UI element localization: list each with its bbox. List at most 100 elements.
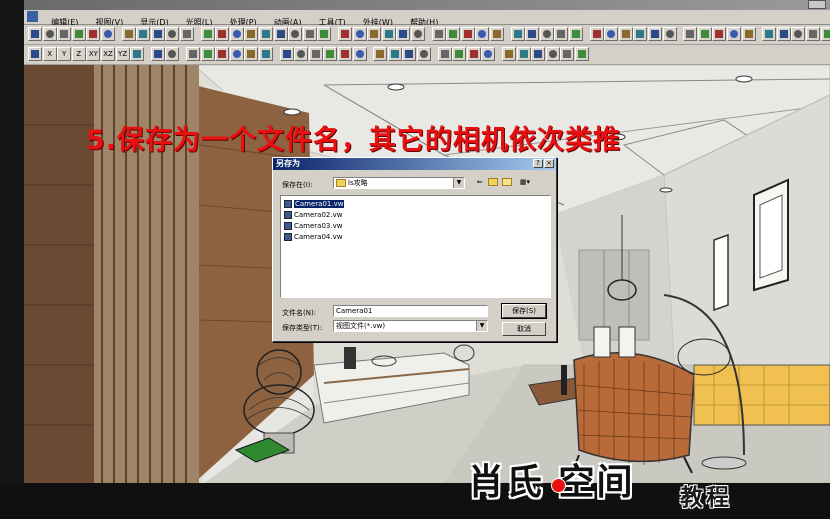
object-icon[interactable] [130, 47, 145, 61]
grid-icon[interactable] [229, 27, 244, 41]
zoom-icon[interactable] [121, 27, 136, 41]
object-icon[interactable] [387, 47, 402, 61]
light-icon[interactable] [180, 27, 194, 41]
camera-icon[interactable] [215, 27, 230, 41]
new-file-icon[interactable] [490, 27, 504, 41]
zoom-icon[interactable] [820, 27, 830, 41]
view-icon[interactable] [481, 47, 496, 61]
up-folder-icon[interactable] [487, 177, 498, 188]
render-icon[interactable] [633, 27, 648, 41]
scale-icon[interactable] [560, 47, 575, 61]
snap-icon[interactable] [466, 47, 481, 61]
cancel-button[interactable]: 取消 [502, 322, 546, 336]
dialog-help-button[interactable]: ? [533, 159, 543, 168]
view-menu-icon[interactable]: ▦▾ [516, 177, 534, 188]
select-icon[interactable] [101, 27, 115, 41]
rotate-icon[interactable] [618, 27, 633, 41]
save-button[interactable]: 保存(S) [501, 303, 547, 319]
zoom-icon[interactable] [352, 27, 367, 41]
layer-icon[interactable] [244, 47, 259, 61]
new-file-icon[interactable] [259, 27, 273, 41]
axis-y-button[interactable]: Y [57, 47, 72, 61]
pan-icon[interactable] [136, 27, 151, 41]
filetype-dropdown[interactable]: 视图文件(*.vw) ▼ [333, 320, 488, 332]
mirror-icon[interactable] [452, 47, 467, 61]
object-icon[interactable] [259, 47, 273, 61]
open-icon[interactable] [762, 27, 777, 41]
open-icon[interactable] [57, 27, 72, 41]
mirror-icon[interactable] [200, 47, 215, 61]
view-icon[interactable] [229, 47, 244, 61]
constraint-icon[interactable] [531, 47, 546, 61]
layer-icon[interactable] [373, 47, 388, 61]
light-icon[interactable] [411, 27, 425, 41]
redo-icon[interactable] [554, 27, 569, 41]
save-icon[interactable] [510, 27, 525, 41]
redo-icon[interactable] [317, 27, 332, 41]
save-icon[interactable] [273, 27, 288, 41]
settings-icon[interactable] [475, 27, 490, 41]
rotate-icon[interactable] [381, 27, 396, 41]
scale-icon[interactable] [437, 47, 452, 61]
new-file-icon[interactable] [28, 27, 42, 41]
axis-xy-button[interactable]: XY [86, 47, 101, 61]
new-folder-icon[interactable] [501, 177, 512, 188]
window-close-button[interactable] [808, 0, 826, 9]
pan-icon[interactable] [367, 27, 382, 41]
rotate-icon[interactable] [150, 27, 165, 41]
redo-icon[interactable] [791, 27, 806, 41]
camera-icon[interactable] [446, 27, 461, 41]
constraint-icon[interactable] [28, 47, 42, 61]
undo-icon[interactable] [302, 27, 317, 41]
axis-yz-button[interactable]: YZ [115, 47, 130, 61]
camera-icon[interactable] [683, 27, 698, 41]
axis-xz-button[interactable]: XZ [101, 47, 115, 61]
undo-icon[interactable] [539, 27, 554, 41]
filename-field[interactable]: Camera01 [333, 305, 488, 317]
constraint-icon[interactable] [279, 47, 294, 61]
render-icon[interactable] [165, 27, 180, 41]
render-icon[interactable] [396, 27, 411, 41]
file-item[interactable]: Camera01.vw [284, 199, 345, 209]
back-arrow-icon[interactable]: ⇐ [474, 177, 485, 188]
file-item[interactable]: Camera03.vw [284, 221, 342, 231]
material-icon[interactable] [662, 27, 677, 41]
move-icon[interactable] [417, 47, 431, 61]
select-icon[interactable] [806, 27, 820, 41]
snap-icon[interactable] [215, 47, 230, 61]
settings-icon[interactable] [712, 27, 727, 41]
move-icon[interactable] [545, 47, 560, 61]
material-icon[interactable] [200, 27, 215, 41]
constraint-icon[interactable] [150, 47, 165, 61]
open-icon[interactable] [288, 27, 303, 41]
save-in-dropdown[interactable]: ls攻略 ▼ [333, 177, 465, 189]
move-icon[interactable] [165, 47, 180, 61]
snap-icon[interactable] [338, 47, 352, 61]
layer-icon[interactable] [502, 47, 516, 61]
constraint-icon[interactable] [402, 47, 417, 61]
save-icon[interactable] [741, 27, 756, 41]
settings-icon[interactable] [244, 27, 259, 41]
grid-icon[interactable] [697, 27, 712, 41]
mirror-icon[interactable] [323, 47, 338, 61]
object-icon[interactable] [516, 47, 531, 61]
open-icon[interactable] [525, 27, 540, 41]
move-icon[interactable] [294, 47, 309, 61]
axis-x-button[interactable]: X [42, 47, 57, 61]
undo-icon[interactable] [71, 27, 86, 41]
mirror-icon[interactable] [575, 47, 589, 61]
axis-z-button[interactable]: Z [71, 47, 86, 61]
select-icon[interactable] [338, 27, 352, 41]
redo-icon[interactable] [86, 27, 101, 41]
scale-icon[interactable] [308, 47, 323, 61]
select-icon[interactable] [569, 27, 583, 41]
new-file-icon[interactable] [727, 27, 741, 41]
grid-icon[interactable] [460, 27, 475, 41]
view-icon[interactable] [352, 47, 367, 61]
material-icon[interactable] [431, 27, 446, 41]
light-icon[interactable] [648, 27, 662, 41]
dialog-close-button[interactable]: × [544, 159, 554, 168]
undo-icon[interactable] [776, 27, 791, 41]
file-item[interactable]: Camera04.vw [284, 232, 342, 242]
scale-icon[interactable] [186, 47, 200, 61]
